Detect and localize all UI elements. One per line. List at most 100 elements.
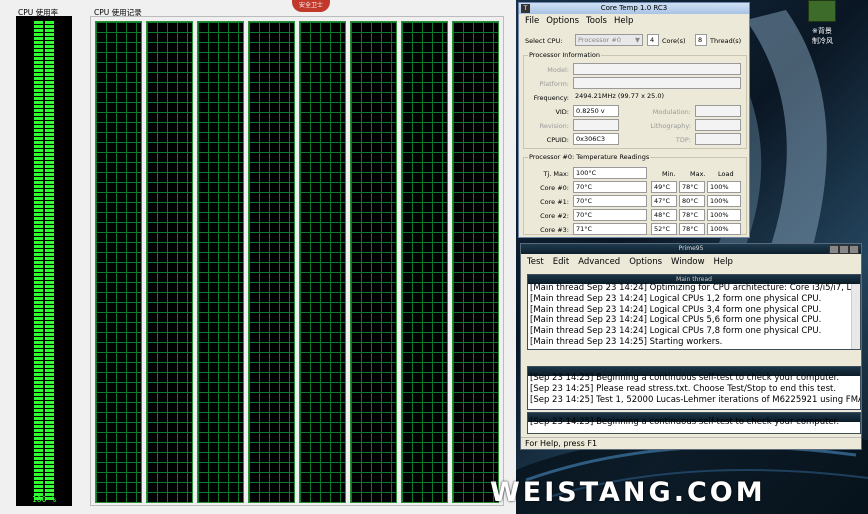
usage-segment <box>34 401 43 404</box>
menu-tools[interactable]: Tools <box>586 16 607 26</box>
usage-segment <box>34 165 43 168</box>
menu-advanced[interactable]: Advanced <box>578 257 620 267</box>
gadget-icon[interactable] <box>808 0 836 22</box>
usage-segment <box>45 337 54 340</box>
usage-segment <box>45 461 54 464</box>
usage-segment <box>45 57 54 60</box>
usage-segment <box>34 137 43 140</box>
usage-segment <box>45 473 54 476</box>
usage-segment <box>45 341 54 344</box>
select-cpu-dropdown[interactable]: Processor #0 ▼ <box>575 34 643 46</box>
usage-segment <box>34 105 43 108</box>
usage-segment <box>34 109 43 112</box>
menu-options[interactable]: Options <box>629 257 662 267</box>
core-min-value: 47°C <box>651 195 677 207</box>
core-usage-graph <box>146 21 193 503</box>
menu-file[interactable]: File <box>525 16 539 26</box>
usage-segment <box>34 161 43 164</box>
core-load-value: 100% <box>707 209 741 221</box>
thermometer-icon[interactable]: T <box>521 4 530 13</box>
usage-segment <box>45 213 54 216</box>
usage-segment <box>45 161 54 164</box>
maximize-button[interactable] <box>839 245 849 254</box>
usage-segment <box>34 129 43 132</box>
chevron-down-icon: ▼ <box>635 36 640 44</box>
usage-segment <box>34 205 43 208</box>
core-temp-window: T Core Temp 1.0 RC3 File Options Tools H… <box>518 2 750 238</box>
core-label: Core #1: <box>540 198 569 206</box>
menu-window[interactable]: Window <box>671 257 705 267</box>
usage-segment <box>34 409 43 412</box>
usage-segment <box>45 485 54 488</box>
menu-edit[interactable]: Edit <box>553 257 569 267</box>
usage-segment <box>34 341 43 344</box>
usage-segment <box>34 173 43 176</box>
usage-segment <box>45 209 54 212</box>
menu-options[interactable]: Options <box>546 16 579 26</box>
log-line: [Main thread Sep 23 14:24] Logical CPUs … <box>530 293 822 304</box>
usage-segment <box>45 165 54 168</box>
usage-segment <box>34 249 43 252</box>
usage-segment <box>34 153 43 156</box>
usage-segment <box>34 277 43 280</box>
log-line: [Main thread Sep 23 14:24] Optimizing fo… <box>530 283 857 293</box>
usage-segment <box>45 189 54 192</box>
prime95-window: Prime95 Test Edit Advanced Options Windo… <box>520 243 862 450</box>
usage-segment <box>45 149 54 152</box>
usage-segment <box>34 477 43 480</box>
close-button[interactable] <box>849 245 859 254</box>
usage-segment <box>34 273 43 276</box>
usage-segment <box>45 469 54 472</box>
usage-segment <box>34 85 43 88</box>
usage-segment <box>45 129 54 132</box>
usage-segment <box>45 77 54 80</box>
core-temp-menubar: File Options Tools Help <box>519 14 749 28</box>
menu-help[interactable]: Help <box>714 257 733 267</box>
usage-segment <box>34 117 43 120</box>
usage-segment <box>45 285 54 288</box>
prime95-titlebar[interactable]: Prime95 <box>521 244 861 254</box>
usage-segment <box>45 229 54 232</box>
usage-segment <box>45 41 54 44</box>
usage-segment <box>45 45 54 48</box>
usage-segment <box>34 377 43 380</box>
core-temp-titlebar[interactable]: T Core Temp 1.0 RC3 <box>519 3 749 14</box>
usage-segment <box>34 21 43 24</box>
usage-segment <box>34 481 43 484</box>
usage-segment <box>34 61 43 64</box>
tdp-label: TDP: <box>675 136 691 144</box>
usage-segment <box>34 29 43 32</box>
core-temp-value: 71°C <box>573 223 647 235</box>
cpu-usage-meter: 100 % <box>16 16 72 506</box>
usage-segment <box>45 261 54 264</box>
security-badge[interactable]: 安全卫士 <box>292 0 330 12</box>
tjmax-value: 100°C <box>573 167 647 179</box>
cpu-usage-value: 100 % <box>31 495 57 504</box>
usage-segment <box>45 457 54 460</box>
usage-segment <box>34 77 43 80</box>
usage-segment <box>45 105 54 108</box>
usage-segment <box>45 225 54 228</box>
usage-segment <box>34 97 43 100</box>
status-bar: For Help, press F1 <box>521 437 861 449</box>
usage-segment <box>34 169 43 172</box>
worker-1-window: [Sep 23 14:25] Beginning a continuous se… <box>527 366 861 410</box>
usage-segment <box>34 185 43 188</box>
platform-field <box>573 77 741 89</box>
usage-segment <box>34 253 43 256</box>
cpu-usage-bar <box>34 21 54 500</box>
usage-segment <box>45 489 54 492</box>
usage-segment <box>45 309 54 312</box>
menu-test[interactable]: Test <box>527 257 544 267</box>
minimize-button[interactable] <box>829 245 839 254</box>
log-line: [Sep 23 14:25] Beginning a continuous se… <box>530 373 840 383</box>
menu-help[interactable]: Help <box>614 16 633 26</box>
usage-segment <box>45 133 54 136</box>
usage-segment <box>45 61 54 64</box>
usage-segment <box>34 125 43 128</box>
main-log-scrollbar[interactable] <box>851 284 860 349</box>
usage-segment <box>34 193 43 196</box>
usage-segment <box>45 313 54 316</box>
usage-segment <box>45 289 54 292</box>
usage-segment <box>45 329 54 332</box>
